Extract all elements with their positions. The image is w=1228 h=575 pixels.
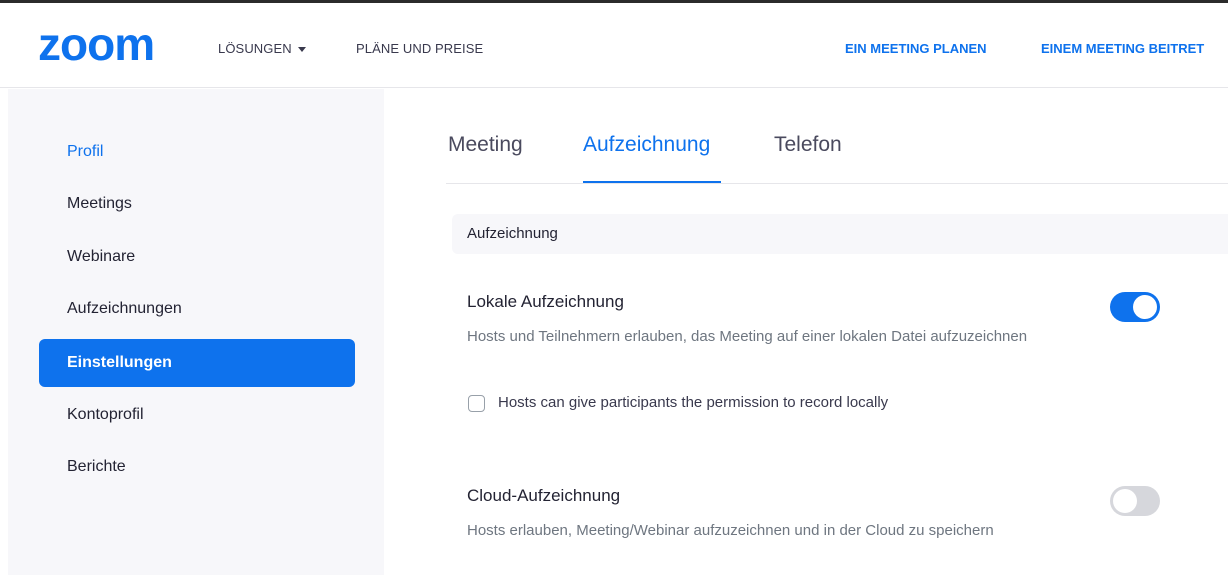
local-recording-description: Hosts und Teilnehmern erlauben, das Meet… — [467, 328, 1028, 345]
permission-checkbox[interactable] — [468, 395, 485, 412]
permission-checkbox-label: Hosts can give participants the permissi… — [498, 394, 889, 411]
tab-phone[interactable]: Telefon — [774, 133, 842, 157]
sidebar-item-meetings[interactable]: Meetings — [39, 180, 355, 228]
sidebar-item-account-profile[interactable]: Kontoprofil — [39, 391, 355, 439]
sidebar-item-webinars[interactable]: Webinare — [39, 233, 355, 281]
cloud-recording-title: Cloud-Aufzeichnung — [467, 486, 621, 505]
sidebar-item-recordings[interactable]: Aufzeichnungen — [39, 285, 355, 333]
join-meeting-link[interactable]: EINEM MEETING BEITRET — [1041, 41, 1204, 56]
zoom-logo-text: zoom — [38, 27, 154, 65]
local-recording-title: Lokale Aufzeichnung — [467, 292, 624, 311]
sidebar-item-settings[interactable]: Einstellungen — [39, 339, 355, 387]
zoom-logo[interactable]: zoom — [38, 18, 178, 70]
tab-recording[interactable]: Aufzeichnung — [583, 133, 710, 157]
local-recording-toggle[interactable] — [1110, 292, 1160, 322]
toggle-knob — [1113, 489, 1137, 513]
cloud-recording-description: Hosts erlauben, Meeting/Webinar aufzuzei… — [467, 522, 994, 539]
sidebar-item-profile[interactable]: Profil — [39, 128, 355, 176]
section-header: Aufzeichnung — [452, 214, 1228, 254]
nav-plans-link[interactable]: PLÄNE UND PREISE — [356, 41, 483, 56]
cloud-recording-toggle[interactable] — [1110, 486, 1160, 516]
zoom-logo-mark: zoom — [38, 18, 155, 70]
nav-solutions-label: LÖSUNGEN — [218, 41, 292, 56]
sidebar: Profil Meetings Webinare Aufzeichnungen … — [8, 89, 384, 575]
tab-meeting[interactable]: Meeting — [448, 133, 523, 157]
schedule-meeting-link[interactable]: EIN MEETING PLANEN — [845, 41, 987, 56]
nav-solutions-dropdown[interactable]: LÖSUNGEN — [218, 41, 306, 56]
active-tab-indicator — [583, 181, 721, 183]
settings-tabs: Meeting Aufzeichnung Telefon — [446, 89, 1228, 184]
top-navigation-bar: zoom LÖSUNGEN PLÄNE UND PREISE EIN MEETI… — [0, 0, 1228, 88]
toggle-knob — [1133, 295, 1157, 319]
chevron-down-icon — [297, 47, 306, 53]
sidebar-item-reports[interactable]: Berichte — [39, 443, 355, 491]
